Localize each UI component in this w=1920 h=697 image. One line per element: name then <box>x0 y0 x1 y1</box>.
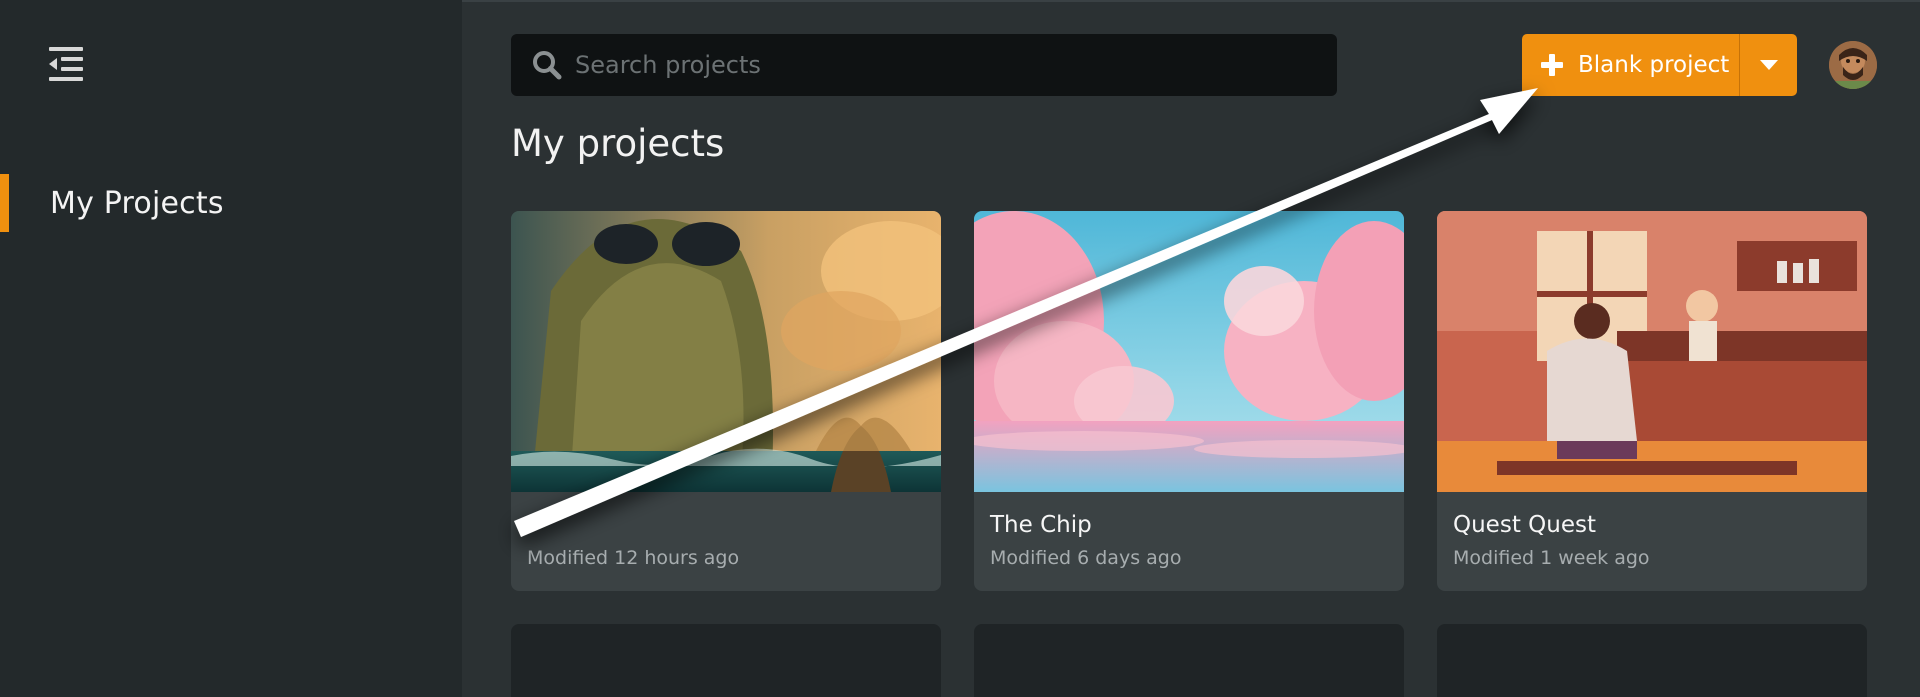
sidebar-item-my-projects[interactable]: My Projects <box>0 174 462 232</box>
project-thumbnail <box>511 211 941 492</box>
project-card-placeholder[interactable] <box>1437 624 1867 697</box>
new-project-button-group: Blank project <box>1522 34 1797 96</box>
search-input[interactable] <box>575 45 1315 85</box>
project-modified: Modified 12 hours ago <box>527 547 740 569</box>
project-card[interactable]: The Chip Modified 6 days ago <box>974 211 1404 591</box>
active-indicator <box>0 174 9 232</box>
project-name: Quest Quest <box>1453 512 1596 538</box>
sidebar-item-label: My Projects <box>50 185 224 221</box>
project-card-placeholder[interactable] <box>511 624 941 697</box>
project-modified: Modified 1 week ago <box>1453 547 1650 569</box>
page-title: My projects <box>511 122 725 165</box>
project-thumbnail <box>974 211 1404 492</box>
blank-project-label: Blank project <box>1578 52 1730 78</box>
plus-icon <box>1540 53 1564 77</box>
project-name: The Chip <box>990 512 1092 538</box>
user-avatar[interactable] <box>1829 41 1877 89</box>
project-thumbnail <box>1437 211 1867 492</box>
project-modified: Modified 6 days ago <box>990 547 1182 569</box>
app-window: My Projects Blank project <box>0 0 1920 697</box>
new-project-dropdown-button[interactable] <box>1740 34 1797 96</box>
caret-down-icon <box>1759 56 1779 75</box>
blank-project-button[interactable]: Blank project <box>1522 34 1739 96</box>
sidebar-collapse-button[interactable] <box>46 46 86 86</box>
search-bar[interactable] <box>511 34 1337 96</box>
project-card-placeholder[interactable] <box>974 624 1404 697</box>
project-card[interactable]: Quest Quest Modified 1 week ago <box>1437 211 1867 591</box>
search-icon <box>531 49 563 81</box>
sidebar: My Projects <box>0 0 462 697</box>
menu-collapse-icon <box>47 46 85 86</box>
project-card[interactable]: Modified 12 hours ago <box>511 211 941 591</box>
